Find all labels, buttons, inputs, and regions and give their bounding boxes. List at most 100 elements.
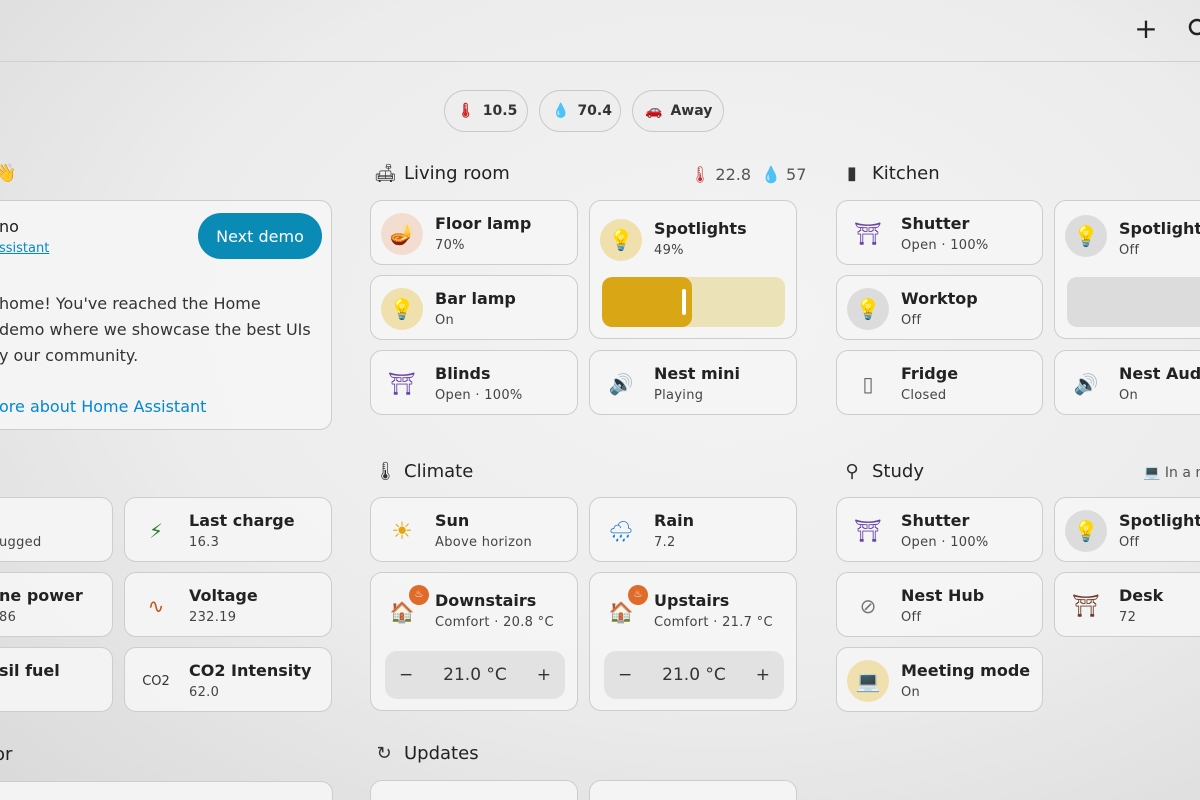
tile-name: Nest Hub — [901, 586, 985, 605]
decrease-button[interactable]: − — [618, 665, 632, 685]
tile-nest-hub[interactable]: ⊘ Nest Hub Off — [836, 572, 1043, 637]
sofa-icon: 🛋 — [374, 163, 397, 184]
brightness-slider[interactable] — [602, 277, 785, 327]
tile-state: Playing — [654, 388, 704, 403]
spotlight-icon: 💡 — [1065, 215, 1107, 257]
tile-state: 86 — [0, 610, 17, 625]
tile-name: Spotlights — [1119, 219, 1200, 238]
decrease-button[interactable]: − — [399, 665, 413, 685]
tile-worktop[interactable]: 💡 Worktop Off — [836, 275, 1043, 340]
welcome-text-line-1: home! You've reached the Home — [0, 294, 261, 313]
partial-tile-light[interactable] — [0, 781, 333, 800]
energy-tile-fossil-fuel[interactable]: sil fuel — [0, 647, 113, 712]
screen-off-icon: ⊘ — [859, 594, 877, 618]
tile-state: 49% — [654, 243, 684, 258]
fridge-icon: ▮ — [847, 163, 857, 184]
tile-downstairs-thermostat[interactable]: 🏠 ♨ Downstairs Comfort · 20.8 °C − 21.0 … — [370, 572, 578, 711]
tile-rain[interactable]: 🌧 Rain 7.2 — [589, 497, 797, 562]
update-icon: ↻ — [376, 743, 392, 764]
energy-tile-last-charge[interactable]: ⚡ Last charge 16.3 — [124, 497, 332, 562]
section-label: Living room — [404, 163, 510, 184]
tile-fridge[interactable]: ▯ Fridge Closed — [836, 350, 1043, 415]
increase-button[interactable]: + — [537, 665, 551, 685]
tile-name: Rain — [654, 511, 694, 530]
shutter-icon: ⛩ — [854, 518, 882, 544]
tile-state: ugged — [0, 535, 42, 550]
tile-sun[interactable]: ☀ Sun Above horizon — [370, 497, 578, 562]
partial-update-tile[interactable] — [589, 780, 797, 800]
tile-nest-audio[interactable]: 🔊 Nest Audio On — [1054, 350, 1200, 415]
tile-floor-lamp[interactable]: 🪔 Floor lamp 70% — [370, 200, 578, 265]
tile-state: Open · 100% — [901, 535, 989, 550]
tile-state: Above horizon — [435, 535, 532, 550]
sun-icon: ☀ — [391, 517, 413, 545]
tile-name: Sun — [435, 511, 470, 530]
add-icon[interactable]: + — [1131, 14, 1161, 44]
tile-study-spotlights[interactable]: 💡 Spotlights Off — [1054, 497, 1200, 562]
increase-button[interactable]: + — [756, 665, 770, 685]
tile-state: 232.19 — [189, 610, 237, 625]
energy-tile-plug[interactable]: ugged — [0, 497, 113, 562]
tile-desk[interactable]: ⛩ Desk 72 — [1054, 572, 1200, 637]
section-label: Study — [872, 461, 924, 482]
learn-more-link[interactable]: ore about Home Assistant — [0, 397, 206, 416]
thermometer-icon: 🌡 — [374, 461, 397, 482]
brightness-slider[interactable] — [1067, 277, 1200, 327]
co2-icon: CO2 — [142, 673, 170, 689]
sine-wave-icon: ∿ — [147, 594, 165, 618]
tile-state: On — [1119, 388, 1139, 403]
energy-tile-power[interactable]: ne power 86 — [0, 572, 113, 637]
laptop-icon: 💻 — [1143, 465, 1161, 481]
search-icon[interactable] — [1184, 14, 1200, 44]
energy-tile-voltage[interactable]: ∿ Voltage 232.19 — [124, 572, 332, 637]
section-label: Kitchen — [872, 163, 940, 184]
brightness-fill — [602, 277, 692, 327]
tile-state: On — [901, 685, 921, 700]
presence-value: Away — [670, 103, 713, 119]
brightness-handle[interactable] — [682, 289, 686, 315]
study-title: ⚲ Study — [842, 461, 924, 482]
living-room-sensors: 🌡 22.8 💧 57 — [690, 165, 806, 184]
tile-name: Shutter — [901, 511, 970, 530]
top-bar: + — [0, 0, 1200, 62]
fridge-icon: ▯ — [862, 372, 874, 396]
tile-upstairs-thermostat[interactable]: 🏠 ♨ Upstairs Comfort · 21.7 °C − 21.0 °C… — [589, 572, 797, 711]
section-label: Climate — [404, 461, 474, 482]
speaker-icon: 🔊 — [608, 372, 634, 396]
thermometer-icon: 🌡 — [690, 165, 711, 184]
heating-badge-icon: ♨ — [628, 585, 648, 605]
tile-bar-lamp[interactable]: 💡 Bar lamp On — [370, 275, 578, 340]
tile-kitchen-spotlights[interactable]: 💡 Spotlights Off — [1054, 200, 1200, 339]
section-label: Updates — [404, 743, 479, 764]
tile-state: Off — [1119, 535, 1140, 550]
tile-kitchen-shutter[interactable]: ⛩ Shutter Open · 100% — [836, 200, 1043, 265]
floor-lamp-icon: 🪔 — [381, 213, 423, 255]
humidity-badge[interactable]: 💧 70.4 — [539, 90, 621, 132]
tile-study-shutter[interactable]: ⛩ Shutter Open · 100% — [836, 497, 1043, 562]
tile-state: 62.0 — [189, 685, 220, 700]
temperature-value: 10.5 — [482, 103, 518, 119]
tile-meeting-mode[interactable]: 💻 Meeting mode On — [836, 647, 1043, 712]
wave-icon: 👋 — [0, 163, 17, 184]
water-drop-icon: 💧 — [552, 103, 570, 119]
tile-name: Upstairs — [654, 591, 730, 610]
tile-state: 7.2 — [654, 535, 676, 550]
temperature-control: − 21.0 °C + — [604, 651, 784, 699]
laptop-icon: 💻 — [847, 660, 889, 702]
tile-state: Comfort · 21.7 °C — [654, 615, 773, 630]
next-demo-button[interactable]: Next demo — [198, 213, 322, 259]
tile-state: 70% — [435, 238, 465, 253]
tile-spotlights-living[interactable]: 💡 Spotlights 49% — [589, 200, 797, 339]
desk-icon: ⛩ — [1072, 593, 1100, 619]
partial-update-tile[interactable] — [370, 780, 578, 800]
tile-nest-mini[interactable]: 🔊 Nest mini Playing — [589, 350, 797, 415]
welcome-subtitle-link[interactable]: ssistant — [0, 241, 49, 256]
tile-name: Meeting mode — [901, 661, 1031, 680]
presence-badge[interactable]: 🚗 Away — [632, 90, 724, 132]
tile-blinds[interactable]: ⛩ Blinds Open · 100% — [370, 350, 578, 415]
temperature-badge[interactable]: 🌡 10.5 — [444, 90, 528, 132]
lightning-icon: ⚡ — [148, 519, 164, 543]
tile-state: Comfort · 20.8 °C — [435, 615, 554, 630]
tile-state: Open · 100% — [435, 388, 523, 403]
energy-tile-co2[interactable]: CO2 CO2 Intensity 62.0 — [124, 647, 332, 712]
